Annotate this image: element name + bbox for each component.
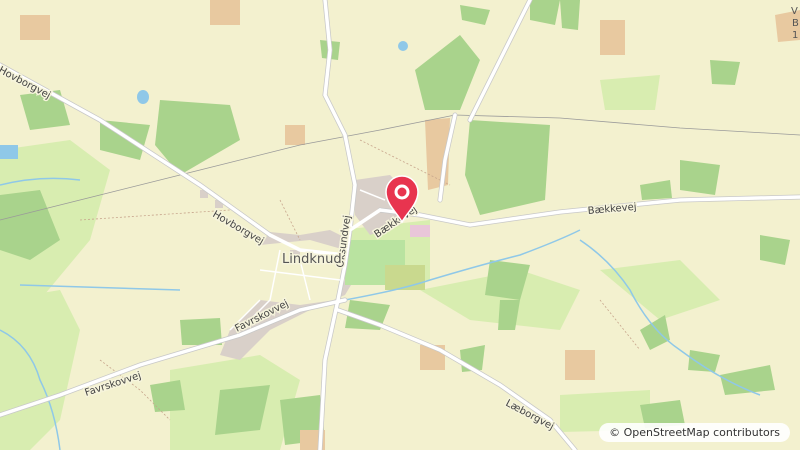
edge-fragment-2: B (792, 18, 799, 29)
map-canvas[interactable]: Hovborgvej Hovborgvej Oksundvej Bækkevej… (0, 0, 800, 450)
edge-fragment-3: 1 (792, 30, 798, 41)
place-label-lindknud: Lindknud (282, 252, 342, 267)
map-base-layer: Hovborgvej Hovborgvej Oksundvej Bækkevej… (0, 0, 800, 450)
edge-fragment-1: V (791, 6, 798, 17)
attribution-label[interactable]: © OpenStreetMap contributors (599, 423, 790, 442)
